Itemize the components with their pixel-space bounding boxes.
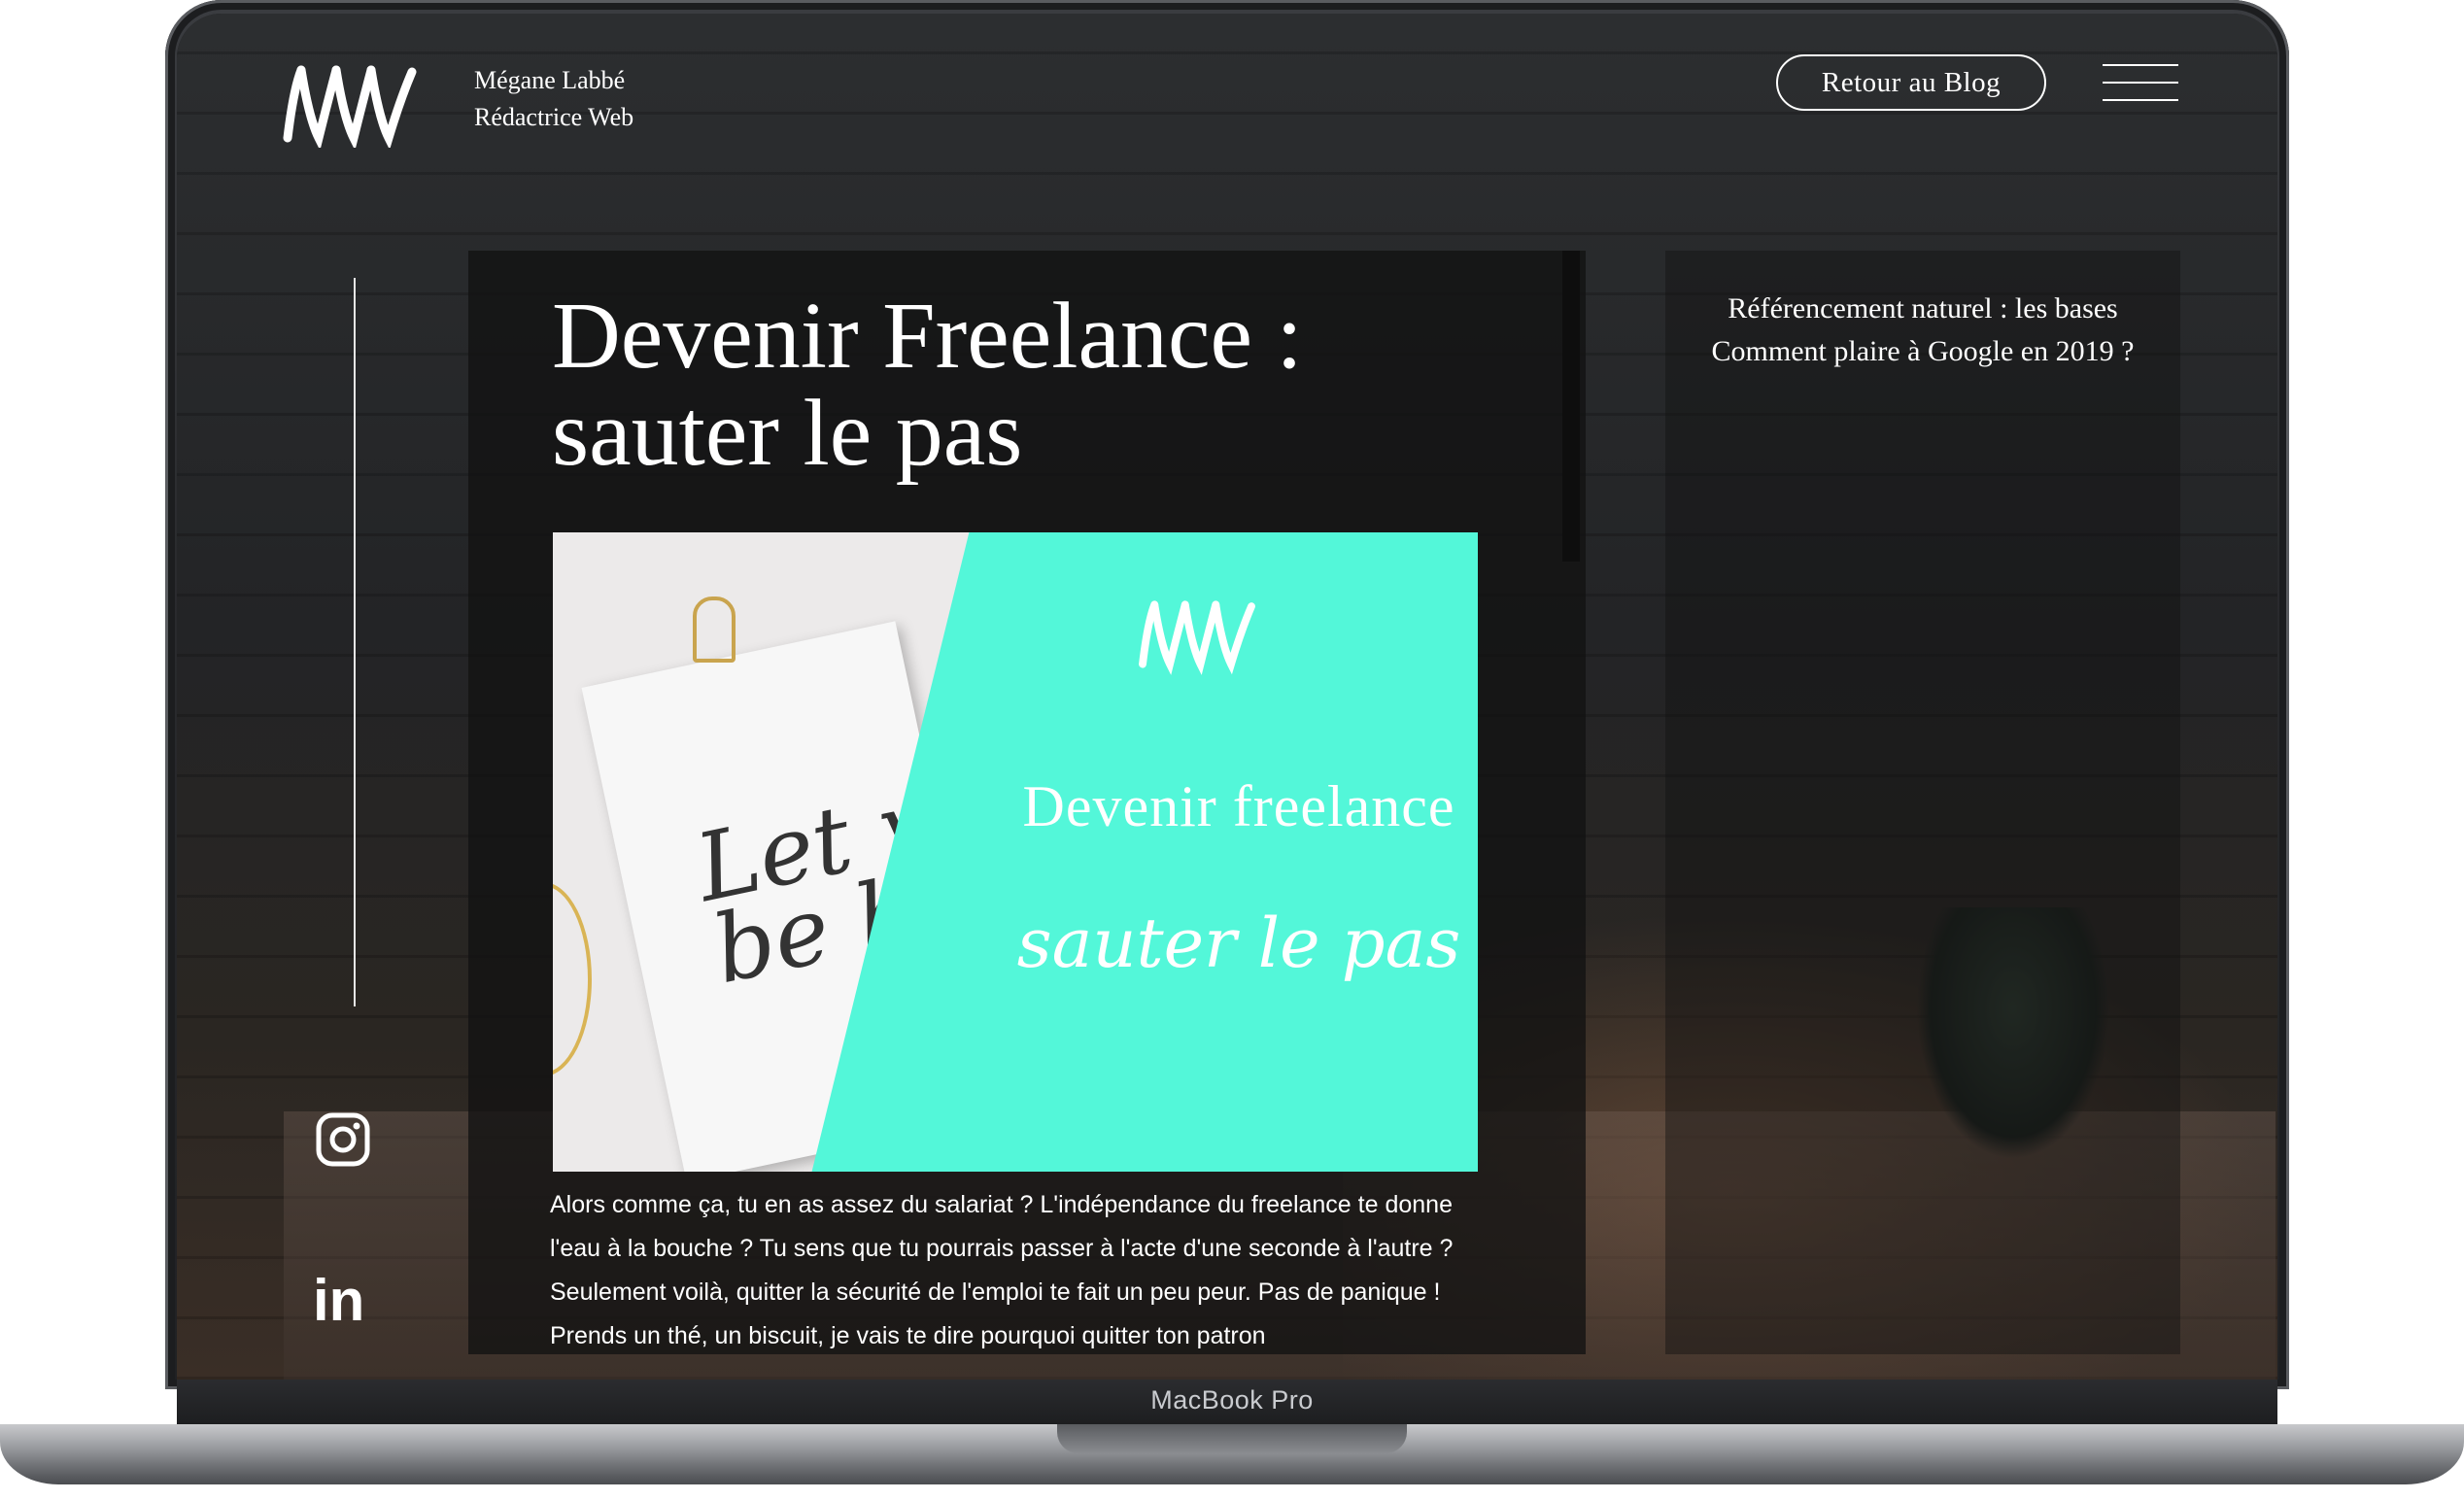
menu-line [2103,99,2178,101]
article-title: Devenir Freelance : sauter le pas [552,284,1303,486]
linkedin-icon[interactable]: in [313,1272,369,1330]
instagram-icon[interactable] [315,1111,371,1168]
hero-subtitle-line: sauter le pas [1016,903,1461,983]
back-to-blog-button[interactable]: Retour au Blog [1776,54,2046,111]
hero-title-line: Devenir freelance [1022,774,1455,838]
menu-line [2103,82,2178,84]
sidebar-panel [1665,251,2180,1354]
laptop-notch [1057,1424,1407,1453]
brand-role: Rédactrice Web [474,103,634,131]
hamburger-menu-icon[interactable] [2103,64,2180,113]
binder-clip-icon [693,597,736,663]
menu-line [2103,64,2178,66]
ml-monogram-logo[interactable] [280,60,435,148]
related-article-link[interactable]: Référencement naturel : les bases Commen… [1665,288,2180,373]
social-divider-line [354,278,356,1006]
laptop-screen: Mégane Labbé Rédactrice Web Retour au Bl… [177,14,2277,1380]
panel-edge [1562,251,1580,562]
brand-name: Mégane Labbé [474,66,626,94]
article-body-text: Alors comme ça, tu en as assez du salari… [550,1191,1454,1349]
device-label: MacBook Pro [1150,1385,1314,1415]
hero-cup [553,882,592,1076]
ml-monogram-logo [1139,600,1255,675]
article-hero-image: Let your Dream be bigger than Devenir fr… [553,532,1478,1172]
